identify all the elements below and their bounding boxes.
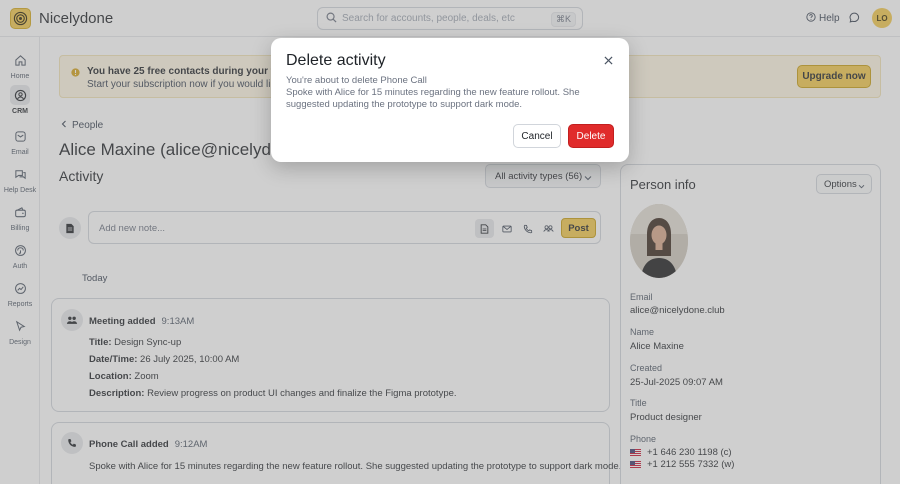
delete-button[interactable]: Delete (568, 124, 614, 148)
dialog-activity-preview: Spoke with Alice for 15 minutes regardin… (286, 87, 580, 110)
dialog-message: You're about to delete Phone Call (286, 75, 427, 86)
close-icon[interactable] (601, 53, 615, 67)
delete-activity-dialog: Delete activity You're about to delete P… (271, 38, 629, 162)
dialog-title: Delete activity (286, 52, 386, 69)
cancel-button[interactable]: Cancel (513, 124, 561, 148)
